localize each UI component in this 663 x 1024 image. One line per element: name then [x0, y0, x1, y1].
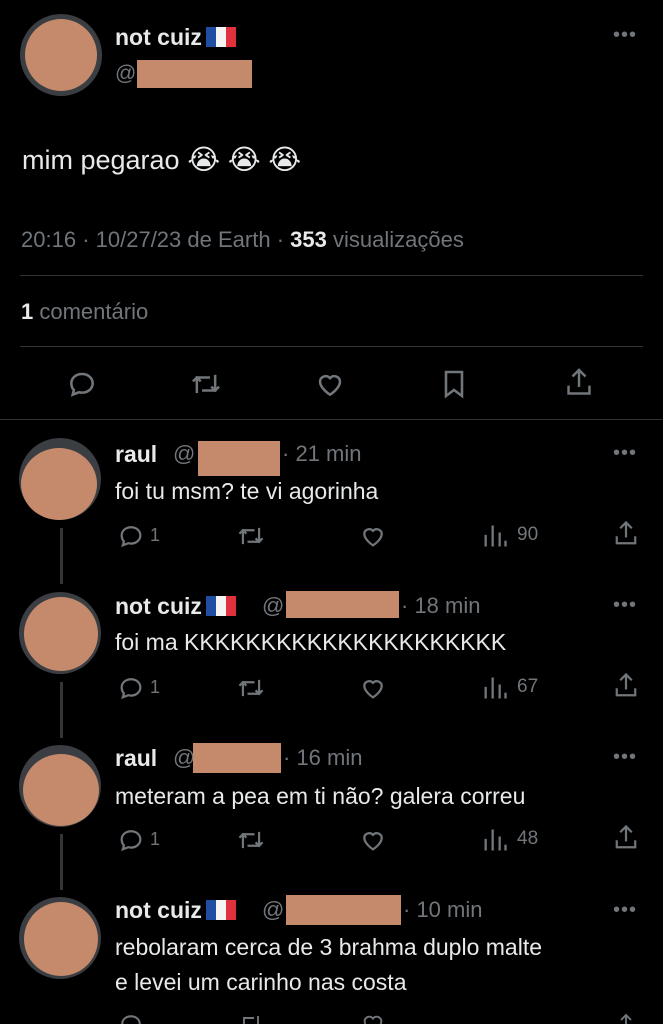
- reply-author-name[interactable]: raul: [115, 745, 157, 772]
- thread-line: [60, 834, 63, 890]
- reply-handle-prefix: @: [262, 593, 285, 618]
- reply-icon[interactable]: [66, 368, 98, 400]
- france-flag-icon: [205, 595, 236, 616]
- reply-avatar[interactable]: [21, 448, 97, 520]
- views-label: visualizações: [332, 227, 464, 252]
- reply-icon[interactable]: [117, 1013, 145, 1024]
- reply-author-name-text[interactable]: not cuiz: [115, 593, 202, 619]
- divider: [20, 275, 643, 276]
- retweet-icon[interactable]: [236, 826, 266, 854]
- reply-avatar[interactable]: [24, 902, 98, 976]
- author-avatar[interactable]: [25, 19, 97, 91]
- like-icon[interactable]: [359, 674, 387, 702]
- retweet-icon[interactable]: [236, 674, 266, 702]
- reply-time[interactable]: · 18 min: [401, 593, 480, 619]
- tweet-time[interactable]: 20:16: [21, 227, 76, 252]
- reply-handle-redacted: [286, 895, 401, 925]
- reply-count: 1: [150, 829, 161, 849]
- retweet-icon[interactable]: [236, 1014, 266, 1024]
- reply-handle-prefix: @: [262, 897, 285, 922]
- views-count: 90: [517, 524, 539, 545]
- reply-count: 1: [150, 525, 161, 545]
- reply-handle-redacted: [193, 743, 281, 773]
- share-icon[interactable]: [612, 519, 640, 549]
- like-icon[interactable]: [359, 826, 387, 854]
- reply-icon[interactable]: [117, 674, 145, 702]
- france-flag-icon: [205, 899, 236, 920]
- share-icon[interactable]: [612, 1012, 640, 1024]
- views-count: 48: [517, 828, 539, 849]
- divider: [0, 419, 663, 420]
- views-count: 353: [290, 227, 327, 252]
- reply-avatar[interactable]: [24, 597, 98, 671]
- views-count: 67: [517, 676, 539, 697]
- like-icon[interactable]: [359, 1014, 387, 1024]
- divider: [20, 346, 643, 347]
- more-options-icon[interactable]: •••: [613, 747, 637, 767]
- share-icon[interactable]: [563, 366, 595, 400]
- reply-text-line-2: e levei um carinho nas costa: [115, 969, 407, 995]
- reply-time[interactable]: · 21 min: [282, 441, 361, 467]
- author-name[interactable]: not cuiz: [115, 24, 236, 51]
- reply-author-name[interactable]: not cuiz: [115, 897, 236, 924]
- reply-handle-redacted: [286, 591, 399, 618]
- reply-icon[interactable]: [117, 522, 145, 550]
- views-icon[interactable]: [482, 522, 508, 550]
- france-flag-icon: [205, 26, 236, 47]
- reply-text: foi ma KKKKKKKKKKKKKKKKKKKKK: [115, 629, 507, 655]
- thread-line: [60, 682, 63, 738]
- crying-emoji-icon: 😭 😭 😭: [179, 144, 302, 175]
- reply-author-name[interactable]: not cuiz: [115, 593, 236, 620]
- more-options-icon[interactable]: •••: [613, 25, 637, 45]
- views-icon[interactable]: [482, 826, 508, 854]
- like-icon[interactable]: [359, 522, 387, 550]
- share-icon[interactable]: [612, 671, 640, 701]
- reply-text-line-1: rebolaram cerca de 3 brahma duplo malte: [115, 934, 543, 960]
- reply-author-name-text[interactable]: not cuiz: [115, 897, 202, 923]
- author-name-text[interactable]: not cuiz: [115, 24, 202, 50]
- tweet-date[interactable]: 10/27/23 de Earth: [96, 227, 271, 252]
- reply-count: 1: [150, 677, 161, 697]
- share-icon[interactable]: [612, 823, 640, 853]
- views-icon[interactable]: [482, 674, 508, 702]
- reply-time[interactable]: · 10 min: [403, 897, 482, 923]
- reply-handle-prefix: @: [173, 441, 196, 466]
- tweet-text: mim pegarao 😭 😭 😭: [22, 143, 301, 176]
- like-icon[interactable]: [314, 368, 346, 400]
- meta-separator: ·: [276, 227, 285, 252]
- more-options-icon[interactable]: •••: [613, 443, 637, 463]
- author-handle-prefix: @: [115, 62, 137, 85]
- tweet-meta: 20:16 · 10/27/23 de Earth · 353 visualiz…: [21, 227, 464, 253]
- thread-line: [60, 528, 63, 584]
- reply-author-name[interactable]: raul: [115, 441, 157, 468]
- reply-time[interactable]: · 16 min: [283, 745, 362, 771]
- comments-label: comentário: [39, 299, 149, 324]
- tweet-text-content: mim pegarao: [22, 145, 180, 175]
- reply-handle-redacted: [198, 441, 280, 476]
- bookmark-icon[interactable]: [439, 368, 469, 400]
- reply-handle-prefix: @: [173, 745, 196, 770]
- author-handle-redacted: [137, 60, 252, 88]
- more-options-icon[interactable]: •••: [613, 595, 637, 615]
- reply-icon[interactable]: [117, 826, 145, 854]
- meta-separator: ·: [82, 227, 90, 252]
- retweet-icon[interactable]: [189, 368, 223, 400]
- more-options-icon[interactable]: •••: [613, 900, 637, 920]
- reply-text: foi tu msm? te vi agorinha: [115, 478, 379, 504]
- retweet-icon[interactable]: [236, 522, 266, 550]
- reply-text: meteram a pea em ti não? galera correu: [115, 783, 526, 809]
- comments-count: 1: [21, 299, 34, 324]
- comments-summary[interactable]: 1 comentário: [21, 299, 148, 325]
- reply-avatar[interactable]: [23, 754, 99, 826]
